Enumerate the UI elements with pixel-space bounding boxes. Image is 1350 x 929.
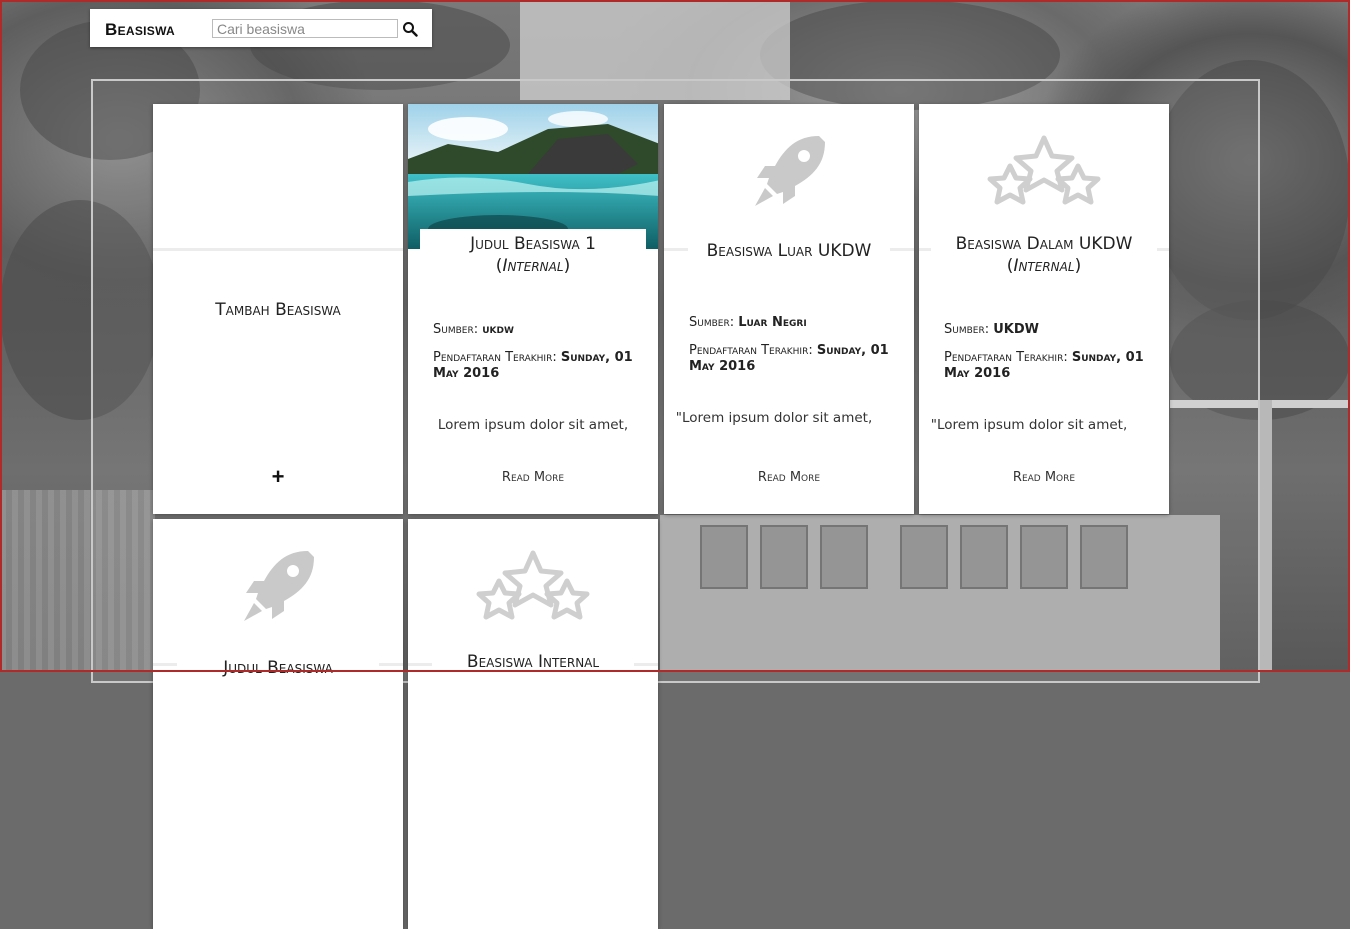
source-value: Luar Negri [738,315,807,330]
card-title: Beasiswa Internal [432,647,634,673]
card-deadline: Pendaftaran Terakhir: Sunday, 01 May 201… [433,350,638,382]
scholarship-card[interactable]: Beasiswa Dalam UKDW (Internal) Sumber: U… [919,104,1169,514]
source-label: Sumber: [689,315,739,330]
card-source: Sumber: ukdw [433,322,638,338]
card-subtitle: Internal [502,256,564,276]
read-more-link[interactable]: Read More [664,470,914,485]
stars-icon [919,132,1169,222]
add-button[interactable]: + [153,464,403,490]
card-deadline: Pendaftaran Terakhir: Sunday, 01 May 201… [689,343,894,375]
search-input[interactable] [212,19,398,38]
scholarship-card[interactable]: Beasiswa Luar UKDW Sumber: Luar Negri Pe… [664,104,914,514]
add-scholarship-title: Tambah Beasiswa [215,300,341,320]
card-deadline: Pendaftaran Terakhir: Sunday, 01 May 201… [944,350,1149,382]
source-value: UKDW [993,322,1039,337]
divider [153,248,403,251]
source-value: ukdw [482,322,514,337]
deadline-label: Pendaftaran Terakhir: [944,350,1072,365]
rocket-icon [664,132,914,222]
scholarship-card[interactable]: Beasiswa Internal [408,519,658,929]
card-title-text: Beasiswa Dalam UKDW [955,234,1133,254]
card-title-text: Judul Beasiswa [223,658,333,678]
card-title: Beasiswa Luar UKDW [688,236,890,262]
brand-logo[interactable]: Beasiswa [105,20,175,40]
source-label: Sumber: [944,322,994,337]
card-description: Lorem ipsum dolor sit amet, [437,417,629,433]
rocket-icon [153,547,403,637]
card-description: "Lorem ipsum dolor sit amet, [675,410,873,426]
card-title-text: Judul Beasiswa 1 [470,234,596,254]
add-scholarship-card[interactable]: Tambah Beasiswa + [153,104,403,514]
card-title: Judul Beasiswa 1 (Internal) [420,229,646,277]
card-description: "Lorem ipsum dolor sit amet, [930,417,1128,433]
navbar: Beasiswa [90,9,432,47]
deadline-label: Pendaftaran Terakhir: [689,343,817,358]
deadline-label: Pendaftaran Terakhir: [433,350,561,365]
scholarship-card[interactable]: Judul Beasiswa [153,519,403,929]
card-subtitle: Internal [1013,256,1075,276]
scholarship-image [408,104,658,249]
source-label: Sumber: [433,322,483,337]
card-title-text: Beasiswa Luar UKDW [706,241,872,261]
scholarship-card[interactable]: Judul Beasiswa 1 (Internal) Sumber: ukdw… [408,104,658,514]
card-title-text: Beasiswa Internal [466,652,600,672]
card-title: Beasiswa Dalam UKDW (Internal) [931,229,1157,277]
stars-icon [408,547,658,637]
card-source: Sumber: Luar Negri [689,315,894,331]
search-icon[interactable] [402,21,418,37]
read-more-link[interactable]: Read More [919,470,1169,485]
card-title: Judul Beasiswa [177,653,379,679]
card-source: Sumber: UKDW [944,322,1149,338]
read-more-link[interactable]: Read More [408,470,658,485]
